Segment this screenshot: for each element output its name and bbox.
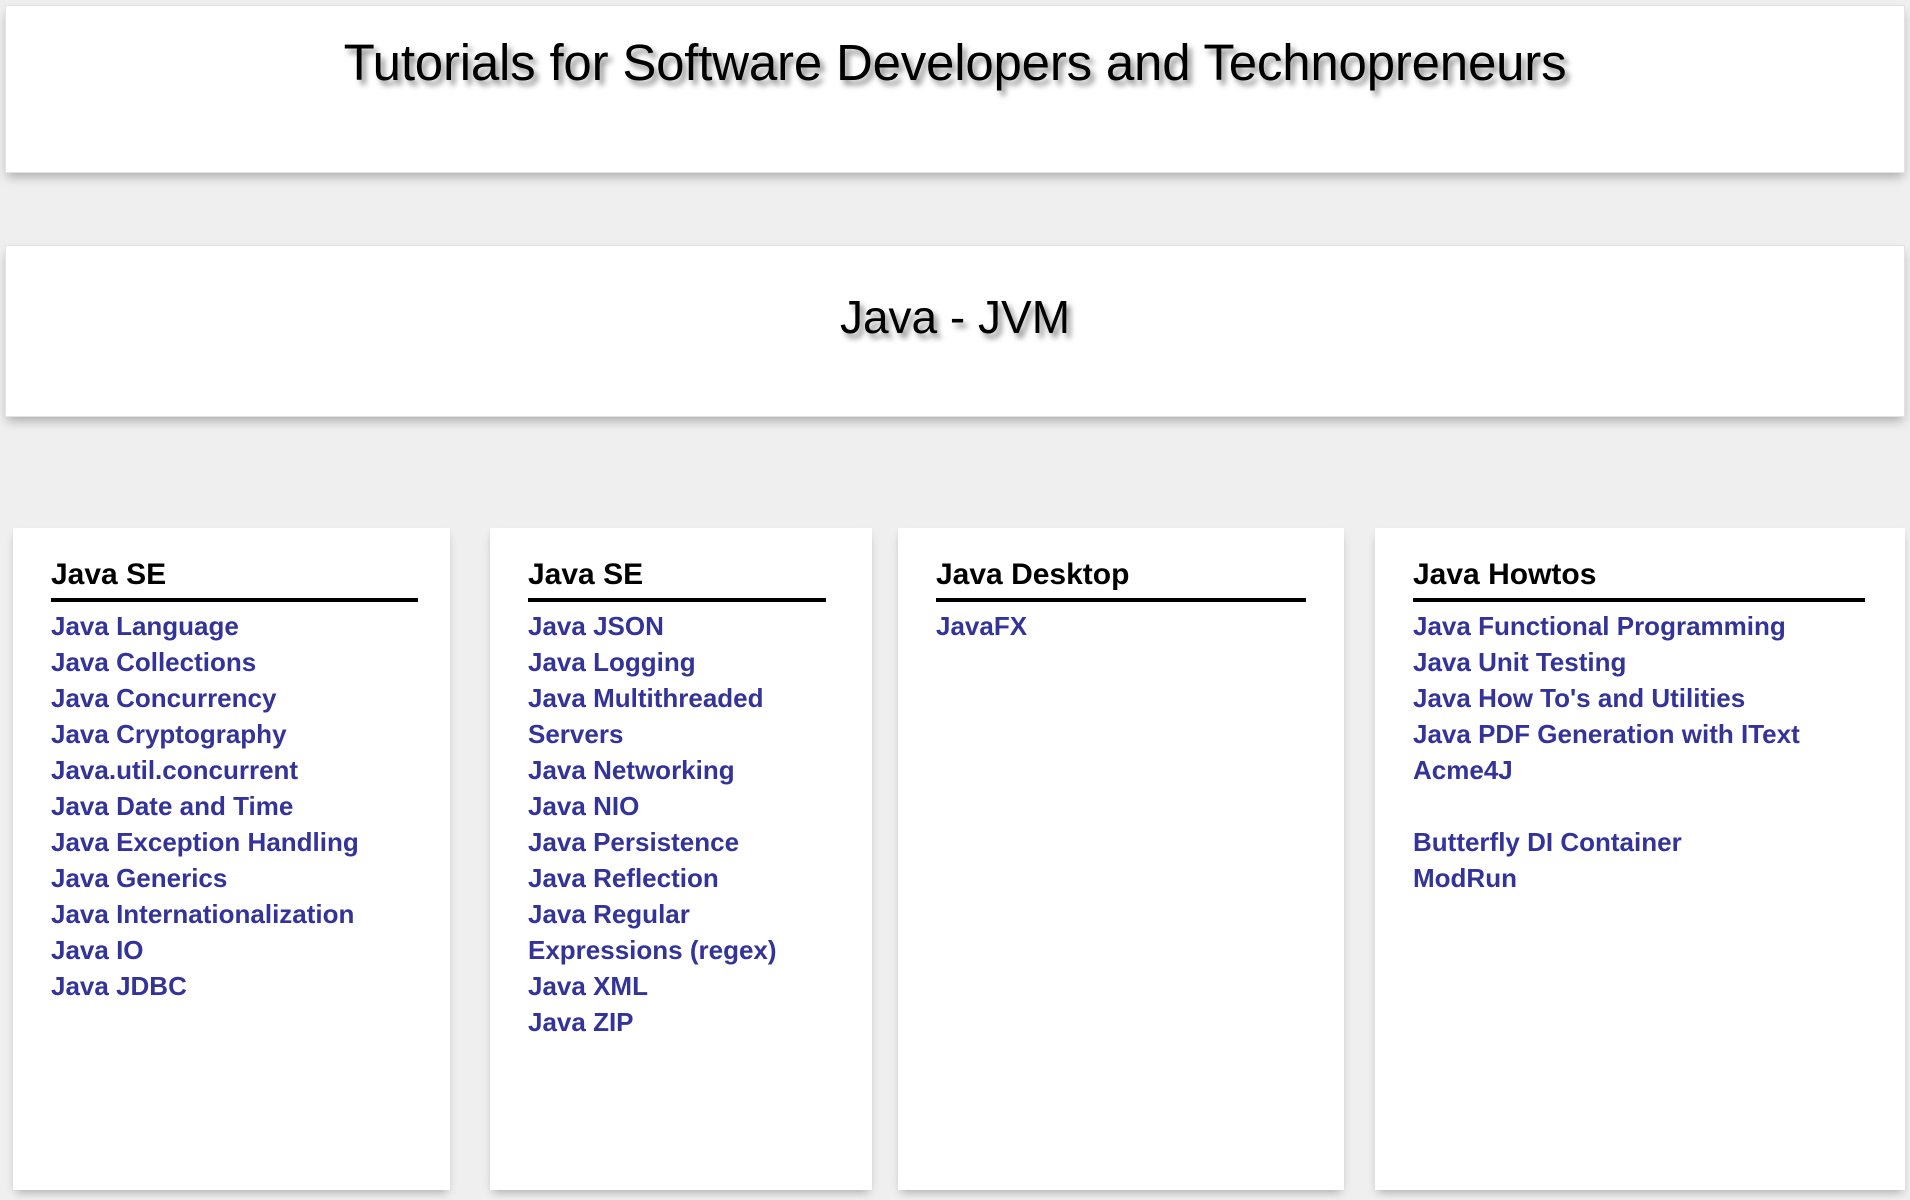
category-card-java-se-1: Java SE Java Language Java Collections J… xyxy=(13,528,450,1190)
list-item[interactable]: JavaFX xyxy=(936,608,1306,644)
list-item[interactable]: Java.util.concurrent xyxy=(51,752,412,788)
list-item[interactable]: Java Multithreaded Servers xyxy=(528,680,834,752)
list-item[interactable]: Java Exception Handling xyxy=(51,824,412,860)
list-item[interactable]: Java Collections xyxy=(51,644,412,680)
list-item[interactable]: Java Language xyxy=(51,608,412,644)
list-item[interactable]: Java Logging xyxy=(528,644,834,680)
list-item[interactable]: Java How To's and Utilities xyxy=(1413,680,1867,716)
list-item[interactable]: Java Concurrency xyxy=(51,680,412,716)
list-item[interactable]: Java JSON xyxy=(528,608,834,644)
category-card-java-desktop: Java Desktop JavaFX xyxy=(898,528,1344,1190)
list-item[interactable]: Butterfly DI Container xyxy=(1413,824,1867,860)
site-banner: Tutorials for Software Developers and Te… xyxy=(5,5,1905,173)
category-link-list: Java Language Java Collections Java Conc… xyxy=(51,608,412,1004)
list-item[interactable]: Java Cryptography xyxy=(51,716,412,752)
list-item[interactable]: ModRun xyxy=(1413,860,1867,896)
page-banner: Java - JVM xyxy=(5,245,1905,417)
category-link-list: JavaFX xyxy=(936,608,1306,644)
category-link-list: Java JSON Java Logging Java Multithreade… xyxy=(528,608,834,1040)
list-item[interactable]: Java Regular Expressions (regex) xyxy=(528,896,834,968)
list-item[interactable]: Java NIO xyxy=(528,788,834,824)
category-card-java-howtos: Java Howtos Java Functional Programming … xyxy=(1375,528,1905,1190)
page-root: Tutorials for Software Developers and Te… xyxy=(0,0,1910,1200)
list-item[interactable]: Java ZIP xyxy=(528,1004,834,1040)
list-item[interactable]: Java Internationalization xyxy=(51,896,412,932)
list-item[interactable]: Java XML xyxy=(528,968,834,1004)
list-item[interactable]: Java PDF Generation with IText xyxy=(1413,716,1867,752)
list-item[interactable]: Java IO xyxy=(51,932,412,968)
list-item[interactable]: Java Networking xyxy=(528,752,834,788)
list-item[interactable]: Java JDBC xyxy=(51,968,412,1004)
category-heading: Java SE xyxy=(51,558,418,602)
list-item[interactable]: Java Reflection xyxy=(528,860,834,896)
link-columns: Java SE Java Language Java Collections J… xyxy=(0,528,1910,1196)
site-title: Tutorials for Software Developers and Te… xyxy=(343,34,1567,91)
category-heading: Java Desktop xyxy=(936,558,1306,602)
category-heading: Java Howtos xyxy=(1413,558,1865,602)
page-title: Java - JVM xyxy=(839,291,1071,343)
list-item[interactable]: Java Persistence xyxy=(528,824,834,860)
list-item[interactable]: Java Functional Programming xyxy=(1413,608,1867,644)
list-item[interactable]: Java Unit Testing xyxy=(1413,644,1867,680)
list-item[interactable]: Java Generics xyxy=(51,860,412,896)
category-link-list: Java Functional Programming Java Unit Te… xyxy=(1413,608,1867,896)
category-heading: Java SE xyxy=(528,558,826,602)
category-card-java-se-2: Java SE Java JSON Java Logging Java Mult… xyxy=(490,528,872,1190)
list-item[interactable]: Acme4J xyxy=(1413,752,1867,788)
list-item[interactable]: Java Date and Time xyxy=(51,788,412,824)
